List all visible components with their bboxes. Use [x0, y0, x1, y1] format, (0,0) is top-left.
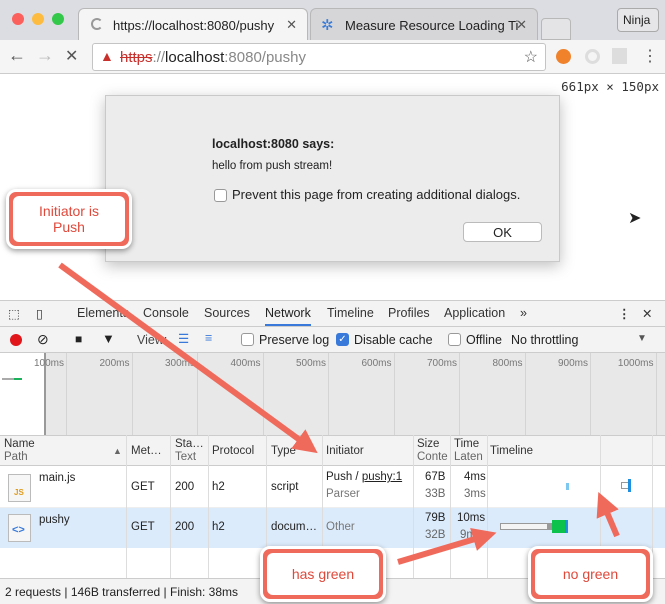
- arrow-to-green: [397, 527, 497, 565]
- arrow-to-initiator: [58, 262, 318, 454]
- annotation-arrows: [58, 262, 620, 565]
- arrow-to-no-green: [596, 491, 620, 538]
